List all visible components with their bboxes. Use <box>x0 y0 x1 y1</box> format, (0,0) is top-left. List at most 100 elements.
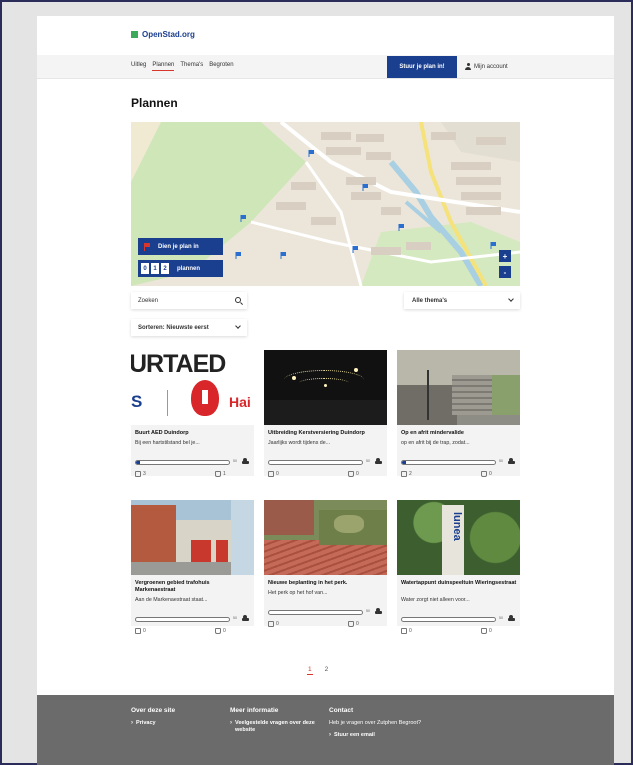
vote-up[interactable]: 0 <box>268 621 279 627</box>
plan-card[interactable]: Op en afrit mindervalide op en afrit bij… <box>397 350 520 477</box>
plan-card[interactable]: Vergroenen gebied trafohuis Markenaestra… <box>131 500 254 634</box>
plan-thumbnail <box>264 350 387 425</box>
vote-up[interactable]: 3 <box>135 471 146 477</box>
supporters-icon <box>508 615 515 621</box>
search-icon[interactable] <box>235 297 241 303</box>
vote-up-count: 0 <box>409 628 412 634</box>
sort-select-value: Sorteren: Nieuwste eerst <box>138 324 209 331</box>
map-submit-label: Dien je plan in <box>158 243 199 250</box>
card-title[interactable]: Watertappunt duinspeeltuin Wieringsestra… <box>401 580 517 587</box>
vote-down[interactable]: 1 <box>215 471 226 477</box>
card-title[interactable]: Op en afrit mindervalide <box>401 430 517 437</box>
thumb-down-icon <box>215 628 221 634</box>
plan-thumbnail: lunea <box>397 500 520 575</box>
vote-up-count: 0 <box>143 628 146 634</box>
account-label: Mijn account <box>474 63 508 70</box>
card-title[interactable]: Vergroenen gebied trafohuis Markenaestra… <box>135 580 251 594</box>
thumb-up-icon <box>401 628 407 634</box>
vote-down[interactable]: 0 <box>348 471 359 477</box>
account-link[interactable]: Mijn account <box>465 63 508 70</box>
vote-down-count: 1 <box>223 471 226 477</box>
plan-thumbnail <box>397 350 520 425</box>
logo[interactable]: OpenStad.org <box>131 30 195 39</box>
supporters-icon <box>375 608 382 614</box>
counter-digit: 0 <box>141 263 149 274</box>
goal-count: 50 <box>233 459 237 463</box>
chevron-down-icon <box>235 323 241 329</box>
vote-up[interactable]: 2 <box>401 471 412 477</box>
thumb-text: lunea <box>451 512 463 541</box>
card-description: Bij een hartstilstand bel je... <box>135 440 200 446</box>
footer-col-contact: Contact Heb je vragen over Zutphen Begro… <box>329 707 424 739</box>
progress-bar <box>401 460 496 465</box>
footer: Over deze site › Privacy Meer informatie … <box>37 695 614 765</box>
arrow-right-icon: › <box>230 720 232 726</box>
footer-link-email[interactable]: › Stuur een email <box>329 732 424 739</box>
vote-down[interactable]: 0 <box>481 471 492 477</box>
page-link-2[interactable]: 2 <box>325 666 329 675</box>
search-input[interactable]: Zoeken <box>131 292 247 309</box>
thumb-up-icon <box>135 471 141 477</box>
thumb-text: URTAED <box>131 350 226 378</box>
submit-plan-button[interactable]: Stuur je plan in! <box>387 56 457 78</box>
thumb-down-icon <box>348 471 354 477</box>
vote-up[interactable]: 0 <box>268 471 279 477</box>
vote-up-count: 3 <box>143 471 146 477</box>
card-description: op en afrit bij de trap, zodat... <box>401 440 470 446</box>
logo-icon <box>131 31 138 38</box>
thumb-up-icon <box>268 621 274 627</box>
thumb-down-icon <box>348 621 354 627</box>
vote-down-count: 0 <box>489 628 492 634</box>
counter-label: plannen <box>177 265 201 272</box>
footer-heading: Meer informatie <box>230 707 279 714</box>
nav-begroten[interactable]: Begroten <box>209 62 233 71</box>
vote-down-count: 0 <box>356 471 359 477</box>
plan-card[interactable]: lunea Watertappunt duinspeeltuin Wiering… <box>397 500 520 634</box>
main-nav: Uitleg Plannen Thema's Begroten <box>131 62 234 71</box>
vote-up[interactable]: 0 <box>401 628 412 634</box>
plan-thumbnail <box>264 500 387 575</box>
vote-up[interactable]: 0 <box>135 628 146 634</box>
nav-themas[interactable]: Thema's <box>180 62 203 71</box>
supporters-icon <box>242 458 249 464</box>
nav-plannen[interactable]: Plannen <box>152 62 175 71</box>
progress-bar <box>135 460 230 465</box>
counter-digit: 2 <box>161 263 169 274</box>
card-title[interactable]: Buurt AED Duindorp <box>135 430 251 437</box>
nav-uitleg[interactable]: Uitleg <box>131 62 146 71</box>
thumb-up-icon <box>135 628 141 634</box>
card-title[interactable]: Nieuwe beplanting in het perk. <box>268 580 384 587</box>
supporters-icon <box>375 458 382 464</box>
sort-select[interactable]: Sorteren: Nieuwste eerst <box>131 319 247 336</box>
card-title[interactable]: Uitbreiding Kerstversiering Duindorp <box>268 430 384 437</box>
footer-col-info: Meer informatie › Veelgestelde vragen ove… <box>230 707 320 734</box>
page-link-1[interactable]: 1 <box>307 666 313 675</box>
user-icon <box>465 63 471 70</box>
plan-card[interactable]: Uitbreiding Kerstversiering Duindorp Jaa… <box>264 350 387 477</box>
goal-count: 50 <box>366 459 370 463</box>
goal-count: 50 <box>233 616 237 620</box>
map[interactable]: Dien je plan in 0 1 2 plannen + - <box>131 122 520 286</box>
vote-down-count: 0 <box>489 471 492 477</box>
plan-card[interactable]: Nieuwe beplanting in het perk. Het perk … <box>264 500 387 627</box>
footer-link-faq[interactable]: › Veelgestelde vragen over deze website <box>230 720 320 734</box>
footer-heading: Over deze site <box>131 707 176 714</box>
vote-down-count: 0 <box>223 628 226 634</box>
zoom-in-button[interactable]: + <box>499 250 511 262</box>
thumb-down-icon <box>215 471 221 477</box>
theme-select[interactable]: Alle thema's <box>404 292 520 309</box>
vote-down[interactable]: 0 <box>348 621 359 627</box>
vote-down[interactable]: 0 <box>481 628 492 634</box>
footer-link-privacy[interactable]: › Privacy <box>131 720 175 727</box>
supporters-icon <box>242 615 249 621</box>
plan-thumbnail <box>131 500 254 575</box>
flag-icon <box>144 242 150 251</box>
footer-heading: Contact <box>329 707 354 714</box>
theme-select-value: Alle thema's <box>412 297 448 304</box>
zoom-out-button[interactable]: - <box>499 266 511 278</box>
map-submit-plan-button[interactable]: Dien je plan in <box>138 238 223 255</box>
vote-down[interactable]: 0 <box>215 628 226 634</box>
navbar: Uitleg Plannen Thema's Begroten <box>37 55 614 79</box>
pagination: 1 2 <box>307 666 328 675</box>
plan-card[interactable]: URTAED S Hai Buurt AED Duindorp Bij een … <box>131 350 254 477</box>
